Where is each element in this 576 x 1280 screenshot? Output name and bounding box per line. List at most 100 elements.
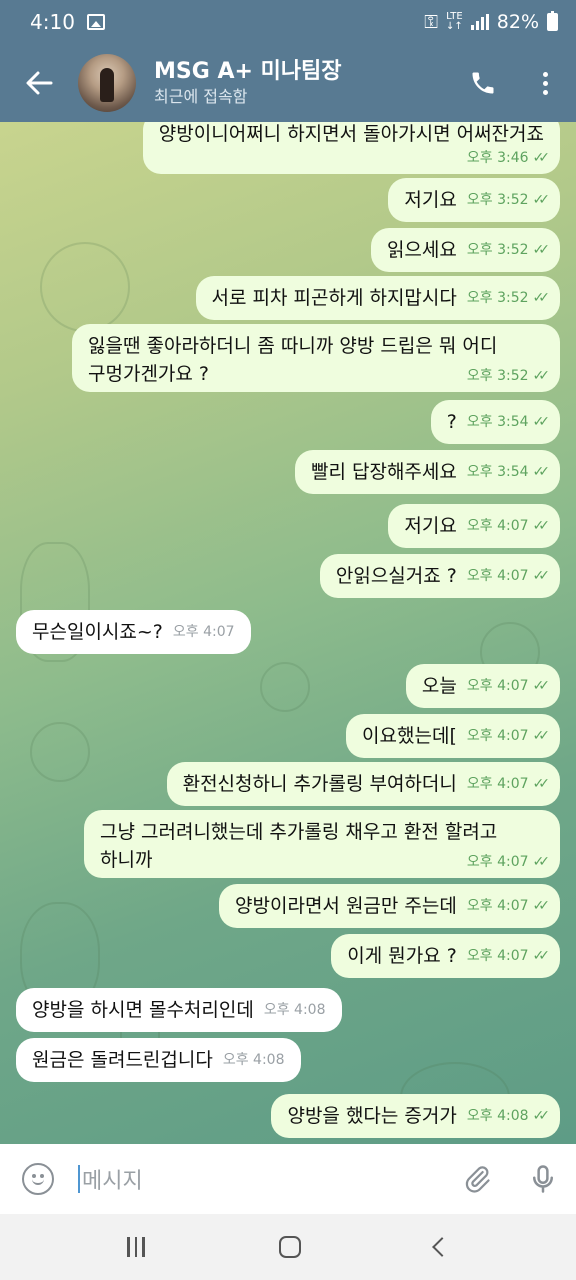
back-button[interactable] [0, 44, 78, 122]
message-text: 안읽으실거죠 ? [335, 565, 457, 587]
system-back-button[interactable] [431, 1237, 452, 1257]
message-bubble-out[interactable]: 환전신청하니 추가롤링 부여하더니 오후 4:07 ✓✓ [166, 762, 560, 806]
message-time: 오후 4:08 [466, 1108, 529, 1124]
message-time: 오후 4:07 [466, 898, 529, 914]
status-indicators: ⚿ LTE ↓↑ 82% [424, 11, 558, 33]
message-bubble-in[interactable]: 양방을 하시면 몰수처리인데 오후 4:08 [16, 988, 342, 1032]
message-bubble-out[interactable]: 서로 피차 피곤하게 하지맙시다 오후 3:52 ✓✓ [195, 276, 560, 320]
message-meta: 오후 3:52 ✓✓ [467, 236, 550, 264]
chat-status: 최근에 접속함 [154, 87, 248, 106]
message-bubble-out[interactable]: 읽으세요 오후 3:52 ✓✓ [370, 228, 560, 272]
message-bubble-in[interactable]: 원금은 돌려드린겁니다 오후 4:08 [16, 1038, 301, 1082]
message-text: 저기요 [404, 515, 457, 537]
message-text: 저기요 [404, 189, 457, 211]
message-text: 양방을 하시면 몰수처리인데 [32, 999, 254, 1021]
message-text: 무슨일이시죠~? [32, 621, 163, 643]
message-bubble-out[interactable]: 이게 뭔가요 ? 오후 4:07 ✓✓ [331, 934, 560, 978]
read-ticks-icon: ✓✓ [532, 150, 551, 166]
message-meta: 오후 4:07 ✓✓ [466, 942, 551, 970]
message-text: 양방이라면서 원금만 주는데 [235, 895, 457, 917]
message-time: 오후 4:07 [466, 678, 529, 694]
message-bubble-out[interactable]: ? 오후 3:54 ✓✓ [430, 400, 560, 444]
arrow-left-icon [26, 71, 53, 95]
battery-percent: 82% [496, 11, 539, 33]
read-ticks-icon: ✓✓ [532, 898, 551, 914]
message-meta: 오후 3:52 ✓✓ [467, 284, 551, 312]
signal-icon [470, 14, 489, 30]
message-time: 오후 4:07 [466, 518, 529, 534]
message-text: 이요했는데[ [362, 725, 457, 747]
key-icon: ⚿ [424, 11, 438, 33]
menu-button[interactable] [514, 44, 576, 122]
message-list[interactable]: 양방이니어쩌니 하지면서 돌아가시면 어써잔거죠 오후 3:46 ✓✓ 저기요 오… [0, 122, 576, 1144]
message-input-placeholder: 메시지 [82, 1169, 143, 1194]
read-ticks-icon: ✓✓ [532, 464, 551, 480]
message-time: 오후 3:54 [466, 464, 529, 480]
message-meta: 오후 3:54 ✓✓ [466, 458, 551, 486]
read-ticks-icon: ✓✓ [532, 948, 551, 964]
message-text: 잃을땐 좋아라하더니 좀 따니까 양방 드립은 뭐 어디 [88, 335, 498, 357]
message-text: 양방을 했다는 증거가 [287, 1105, 457, 1127]
message-text: 읽으세요 [386, 239, 457, 261]
read-ticks-icon: ✓✓ [532, 854, 551, 870]
message-time: 오후 4:08 [222, 1052, 285, 1068]
read-ticks-icon: ✓✓ [532, 192, 551, 208]
message-meta: 오후 3:46 ✓✓ [159, 148, 551, 168]
network-label: LTE [446, 11, 463, 22]
message-bubble-out[interactable]: 이요했는데[ 오후 4:07 ✓✓ [346, 714, 560, 758]
message-bubble-in[interactable]: 무슨일이시죠~? 오후 4:07 [16, 610, 251, 654]
message-time: 오후 4:07 [172, 624, 235, 640]
read-ticks-icon: ✓✓ [532, 290, 551, 306]
message-time: 오후 3:54 [466, 414, 529, 430]
message-time: 오후 4:07 [466, 728, 529, 744]
message-meta: 오후 3:52 ✓✓ [467, 186, 551, 214]
read-ticks-icon: ✓✓ [532, 1108, 551, 1124]
message-time: 오후 4:07 [466, 948, 529, 964]
message-text: 그냥 그러려니했는데 추가롤링 채우고 환전 할려고 [100, 821, 498, 843]
message-text: 이게 뭔가요 ? [347, 945, 457, 967]
avatar[interactable] [78, 54, 136, 112]
message-bubble-out[interactable]: 잃을땐 좋아라하더니 좀 따니까 양방 드립은 뭐 어디 구멍가겐가요 ? 오후… [72, 324, 560, 392]
message-time: 오후 4:08 [263, 1002, 326, 1018]
message-bubble-out[interactable]: 저기요 오후 3:52 ✓✓ [388, 178, 560, 222]
read-ticks-icon: ✓✓ [532, 728, 551, 744]
message-meta: 오후 4:07 ✓✓ [466, 512, 551, 540]
message-bubble-out[interactable]: 양방이니어쩌니 하지면서 돌아가시면 어써잔거죠 오후 3:46 ✓✓ [142, 122, 560, 174]
message-bubble-out[interactable]: 양방이라면서 원금만 주는데 오후 4:07 ✓✓ [219, 884, 560, 928]
attach-button[interactable] [444, 1144, 510, 1214]
message-text: 서로 피차 피곤하게 하지맙시다 [211, 287, 457, 309]
message-time: 오후 3:52 [466, 368, 529, 384]
status-time: 4:10 [30, 10, 75, 34]
more-vertical-icon [542, 71, 548, 95]
message-bubble-out[interactable]: 오늘 오후 4:07 ✓✓ [405, 664, 560, 708]
message-bubble-out[interactable]: 저기요 오후 4:07 ✓✓ [388, 504, 560, 548]
message-bubble-out[interactable]: 안읽으실거죠 ? 오후 4:07 ✓✓ [319, 554, 560, 598]
message-text: 오늘 [421, 675, 457, 697]
voice-button[interactable] [510, 1144, 576, 1214]
message-time: 오후 4:07 [466, 854, 529, 870]
message-meta: 오후 4:08 ✓✓ [466, 1102, 551, 1130]
battery-icon [547, 11, 558, 31]
chat-info[interactable]: MSG A+ 미나팀장 최근에 접속함 [154, 58, 452, 108]
phone-icon [472, 72, 494, 94]
emoji-button[interactable] [0, 1144, 76, 1214]
read-ticks-icon: ✓✓ [532, 776, 551, 792]
chat-name: MSG A+ 미나팀장 [154, 59, 342, 84]
message-bubble-out[interactable]: 그냥 그러려니했는데 추가롤링 채우고 환전 할려고 하니까 오후 4:07 ✓✓ [84, 810, 560, 878]
message-meta: 오후 4:07 ✓✓ [466, 722, 551, 750]
message-text: 빨리 답장해주세요 [310, 461, 457, 483]
recents-button[interactable] [127, 1237, 145, 1257]
message-input[interactable]: 메시지 [76, 1163, 444, 1195]
message-text: 환전신청하니 추가롤링 부여하더니 [182, 773, 457, 795]
paperclip-icon [465, 1166, 490, 1193]
read-ticks-icon: ✓✓ [532, 414, 551, 430]
message-meta: 오후 4:07 ✓✓ [467, 770, 551, 798]
message-bubble-out[interactable]: 양방을 했다는 증거가 오후 4:08 ✓✓ [271, 1094, 560, 1138]
message-meta: 오후 4:07 ✓✓ [100, 852, 551, 872]
call-button[interactable] [452, 44, 514, 122]
message-bubble-out[interactable]: 빨리 답장해주세요 오후 3:54 ✓✓ [294, 450, 560, 494]
message-text: 원금은 돌려드린겁니다 [32, 1049, 213, 1071]
chat-header: MSG A+ 미나팀장 최근에 접속함 [0, 44, 576, 122]
read-ticks-icon: ✓✓ [532, 518, 551, 534]
home-button[interactable] [278, 1236, 301, 1258]
